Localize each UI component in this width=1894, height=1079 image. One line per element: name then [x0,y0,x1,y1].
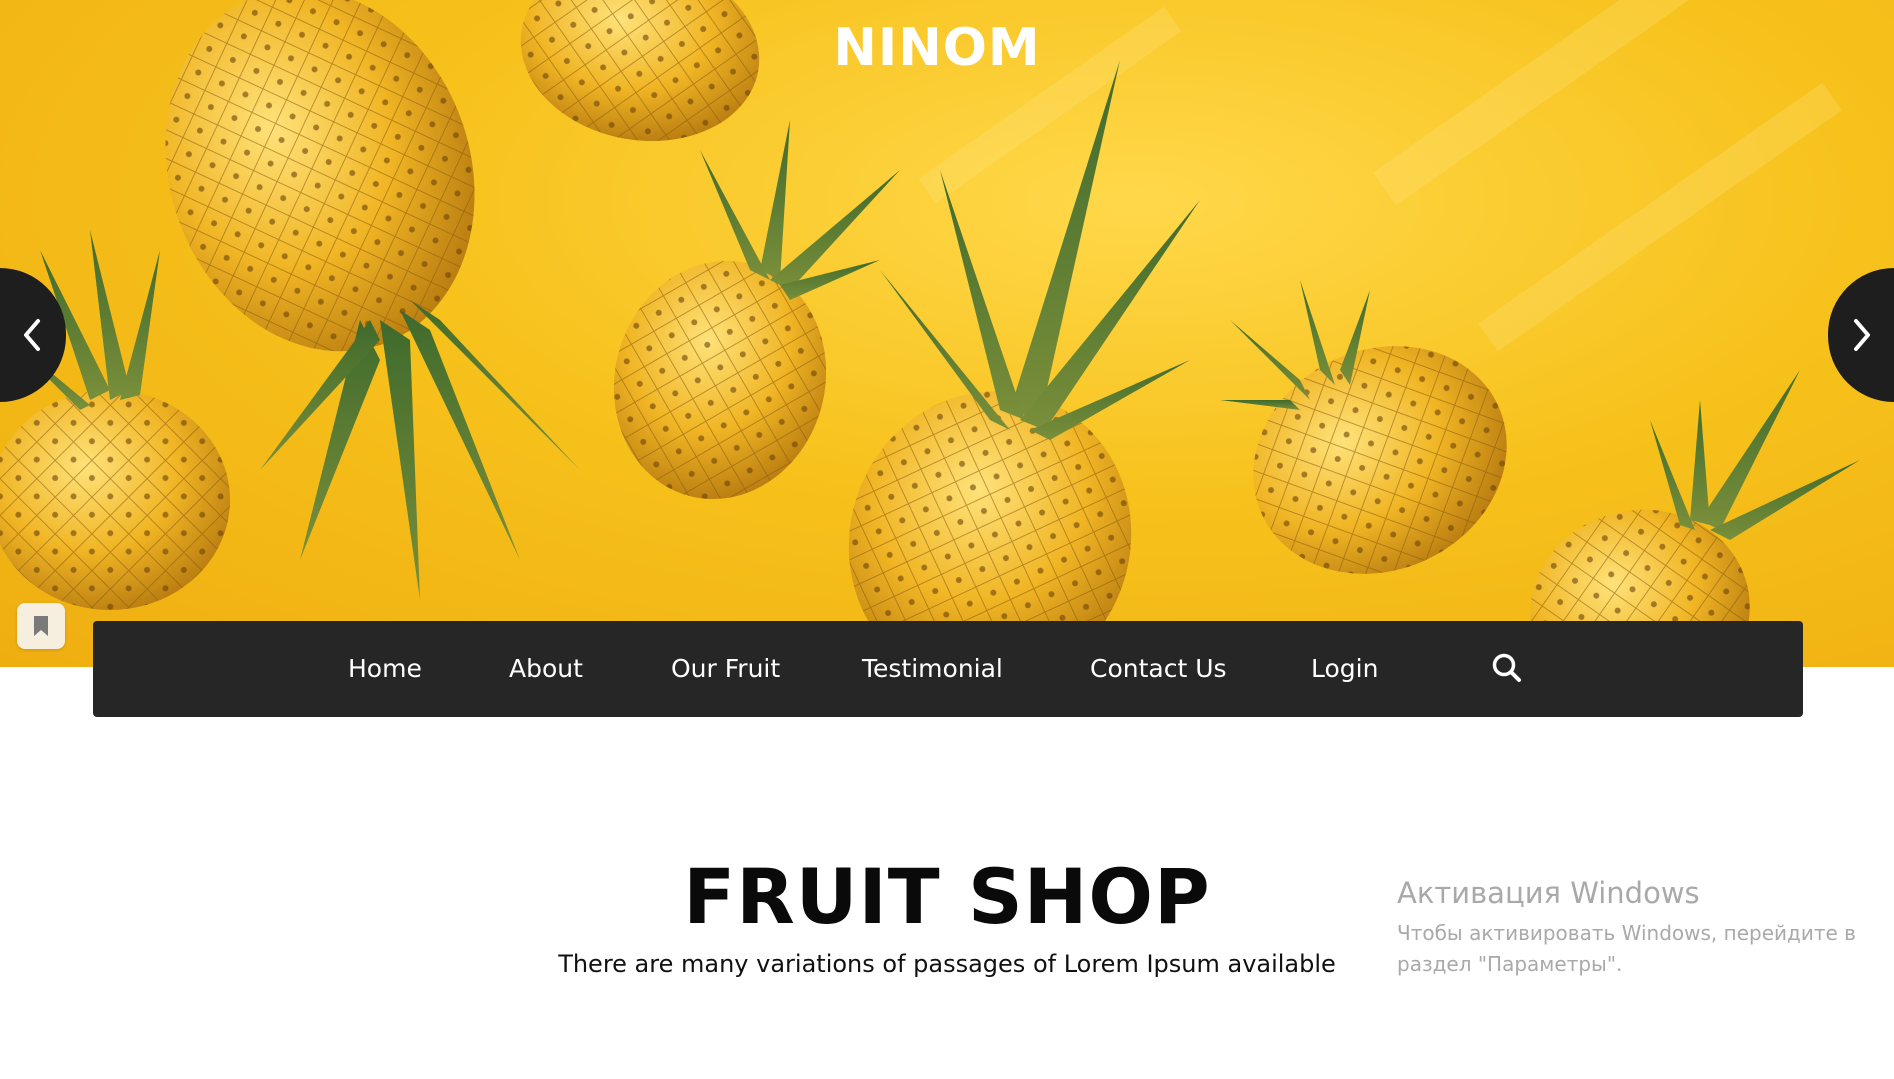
windows-activation-watermark: Активация Windows Чтобы активировать Win… [1397,876,1867,980]
nav-item-contact-us[interactable]: Contact Us [1090,621,1227,717]
brand-logo[interactable]: NINOM [0,18,1874,78]
nav-item-home[interactable]: Home [348,621,422,717]
search-button[interactable] [1490,651,1524,685]
search-icon [1492,653,1521,682]
watermark-title: Активация Windows [1397,876,1700,910]
hero-banner: NINOM [0,0,1894,667]
nav-item-about[interactable]: About [509,621,583,717]
nav-item-our-fruit[interactable]: Our Fruit [671,621,780,717]
bookmark-button[interactable] [17,603,65,649]
nav-item-login[interactable]: Login [1311,621,1378,717]
watermark-text: Чтобы активировать Windows, перейдите в … [1397,921,1856,976]
main-navbar: Home About Our Fruit Testimonial Contact… [93,621,1803,717]
chevron-left-icon [24,319,40,351]
nav-item-testimonial[interactable]: Testimonial [862,621,1003,717]
chevron-right-icon [1854,319,1870,351]
bookmark-icon [34,616,48,636]
pineapple-background-image [0,0,1860,667]
